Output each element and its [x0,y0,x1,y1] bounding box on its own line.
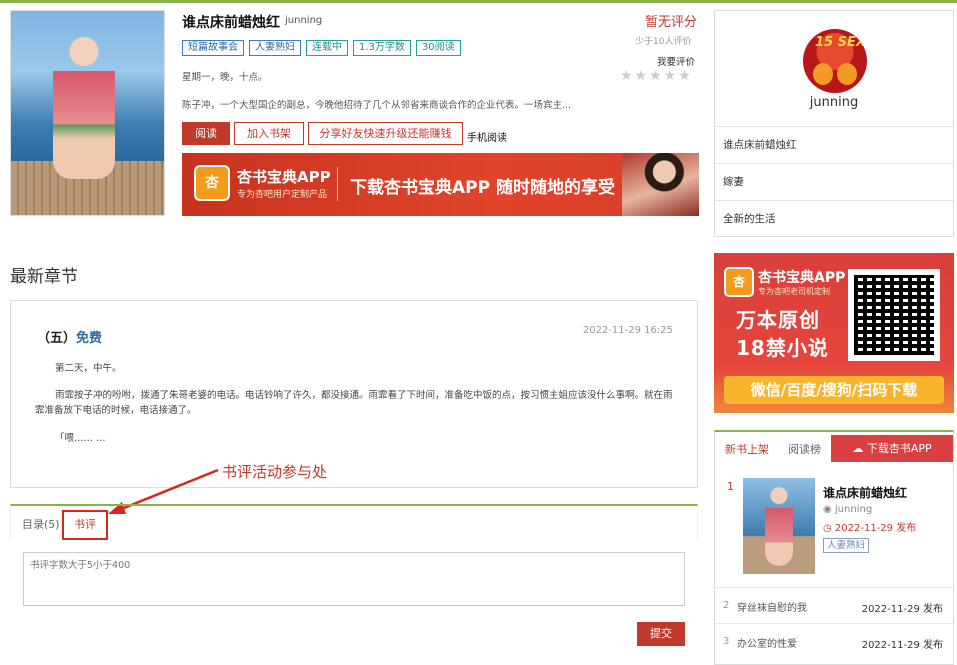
ad-line-1: 万本原创 [736,308,820,332]
free-badge: 免费 [76,331,103,346]
app-qr-ad[interactable]: 杏 杏书宝典APP 专为杏吧老司机定制 万本原创 18禁小说 微信/百度/搜狗/… [714,253,954,413]
ad-subtitle: 专为杏吧老司机定制 [758,287,830,296]
rate-link[interactable]: 我要评价 [657,54,695,68]
banner-model-image [622,153,699,216]
tag-genre[interactable]: 短篇故事会 [182,40,244,56]
rank-title[interactable]: 办公室的性爱 [737,635,797,650]
chapter-paragraph: 「喂…… … [55,433,106,444]
tab-new-books[interactable]: 新书上架 [725,441,769,457]
book-title: 谁点床前蜡烛红 [182,15,280,31]
tag-wordcount: 1.3万字数 [353,40,411,56]
rater-count: 少于10人评价 [635,37,692,47]
latest-chapters-heading: 最新章节 [10,267,78,287]
chapter-paragraph: 雨霏按子冲的吩咐，拨通了朱哥老婆的电话。电话铃响了许久，都没接通。雨霏看了下时间… [35,390,673,416]
ad-title: 杏书宝典APP [758,270,846,286]
author-works-list: 谁点床前蜡烛红 嫁妻 全新的生活 [715,126,953,237]
tag-list: 短篇故事会 人妻熟妇 连载中 1.3万字数 30阅读 [182,40,461,56]
rank-number: 1 [727,480,734,493]
ranked-book-author[interactable]: ◉ junning [823,504,872,515]
tag-reads: 30阅读 [415,40,461,56]
rank-title[interactable]: 穿丝袜自慰的我 [737,599,807,614]
tab-catalog[interactable]: 目录(5) [22,516,60,532]
ranked-book-date: ◷ 2022-11-29 发布 [823,523,917,534]
ad-line-2: 18禁小说 [736,336,829,360]
rank-date: 2022-11-29 发布 [861,640,943,651]
review-activity-annotation: 书评活动参与处 [222,463,328,481]
tab-review[interactable]: 书评 [62,510,108,540]
share-button[interactable]: 分享好友快速升级还能赚钱 [308,122,463,145]
banner-divider [337,167,338,201]
download-app-button[interactable]: ☁ 下载杏书APP [831,435,953,462]
chapter-number: （五） [37,331,77,346]
ranked-book-tag[interactable]: 人妻熟妇 [823,538,870,553]
rank-number: 2 [723,600,730,611]
author-work-item[interactable]: 谁点床前蜡烛红 [715,126,953,163]
ranked-date-text: 2022-11-29 发布 [834,523,917,534]
ad-download-bar[interactable]: 微信/百度/搜狗/扫码下载 [724,376,944,404]
ranking-panel: 新书上架 阅读榜 ☁ 下载杏书APP 1 谁点床前蜡烛红 ◉ junning ◷… [714,430,954,665]
top-accent-line [0,0,957,3]
book-cover[interactable] [10,10,165,216]
ranking-row[interactable]: 2 穿丝袜自慰的我 2022-11-29 发布 [715,587,953,623]
ranked-author-name: junning [834,504,873,515]
ranked-book-cover[interactable] [743,478,815,574]
book-tabs: 目录(5) 书评 [10,504,698,540]
ranked-book-title[interactable]: 谁点床前蜡烛红 [823,484,907,501]
mobile-read-link[interactable]: 手机阅读 [467,129,507,144]
author-card: 15 SEX junning 谁点床前蜡烛红 嫁妻 全新的生活 [714,10,954,237]
ranking-row[interactable]: 3 办公室的性爱 2022-11-29 发布 [715,623,953,659]
book-summary: 陈子冲，一个大型国企的副总，今晚他招待了几个从邻省来商谈合作的企业代表。一场宾主… [182,100,572,111]
tag-status: 连载中 [306,40,348,56]
chapter-paragraph: 第二天，中午。 [55,363,122,374]
add-to-shelf-button[interactable]: 加入书架 [234,122,304,145]
avatar-figure-icon [837,63,857,85]
rating-status: 暂无评分 [645,15,698,30]
tag-category[interactable]: 人妻熟妇 [249,40,301,56]
review-input[interactable] [23,552,685,606]
app-logo-icon: 杏 [194,165,230,201]
author-work-item[interactable]: 全新的生活 [715,200,953,237]
banner-app-sub: 专为杏吧用户定制产品 [237,190,328,200]
chapter-title[interactable]: （五）免费 [37,327,102,346]
tab-reading-rank[interactable]: 阅读榜 [788,441,821,457]
avatar-text: 15 SEX [815,35,866,50]
banner-slogan: 下载杏书宝典APP 随时随地的享受 [350,178,615,198]
book-teaser: 星期一，晚，十点。 [182,72,268,83]
download-app-label: 下载杏书APP [866,442,932,455]
cover-model [53,29,115,179]
chapter-date: 2022-11-29 16:25 [582,325,673,336]
read-button[interactable]: 阅读 [182,122,230,145]
qr-code-icon [848,269,940,361]
author-work-item[interactable]: 嫁妻 [715,163,953,200]
rank-date: 2022-11-29 发布 [861,604,943,615]
author-name[interactable]: junning [715,95,953,110]
author-avatar[interactable]: 15 SEX [803,29,867,93]
rank-number: 3 [723,636,730,647]
banner-app-name: 杏书宝典APP [237,168,331,186]
submit-review-button[interactable]: 提交 [637,622,685,646]
book-author[interactable]: junning [285,15,322,26]
app-download-banner[interactable]: 杏 杏书宝典APP 专为杏吧用户定制产品 下载杏书宝典APP 随时随地的享受 [182,153,699,216]
ad-logo-icon: 杏 [724,267,754,297]
latest-chapter-card: （五）免费 2022-11-29 16:25 第二天，中午。 雨霏按子冲的吩咐，… [10,300,698,488]
avatar-figure-icon [813,63,833,85]
star-rating-icon[interactable]: ★★★★★ [620,68,693,84]
